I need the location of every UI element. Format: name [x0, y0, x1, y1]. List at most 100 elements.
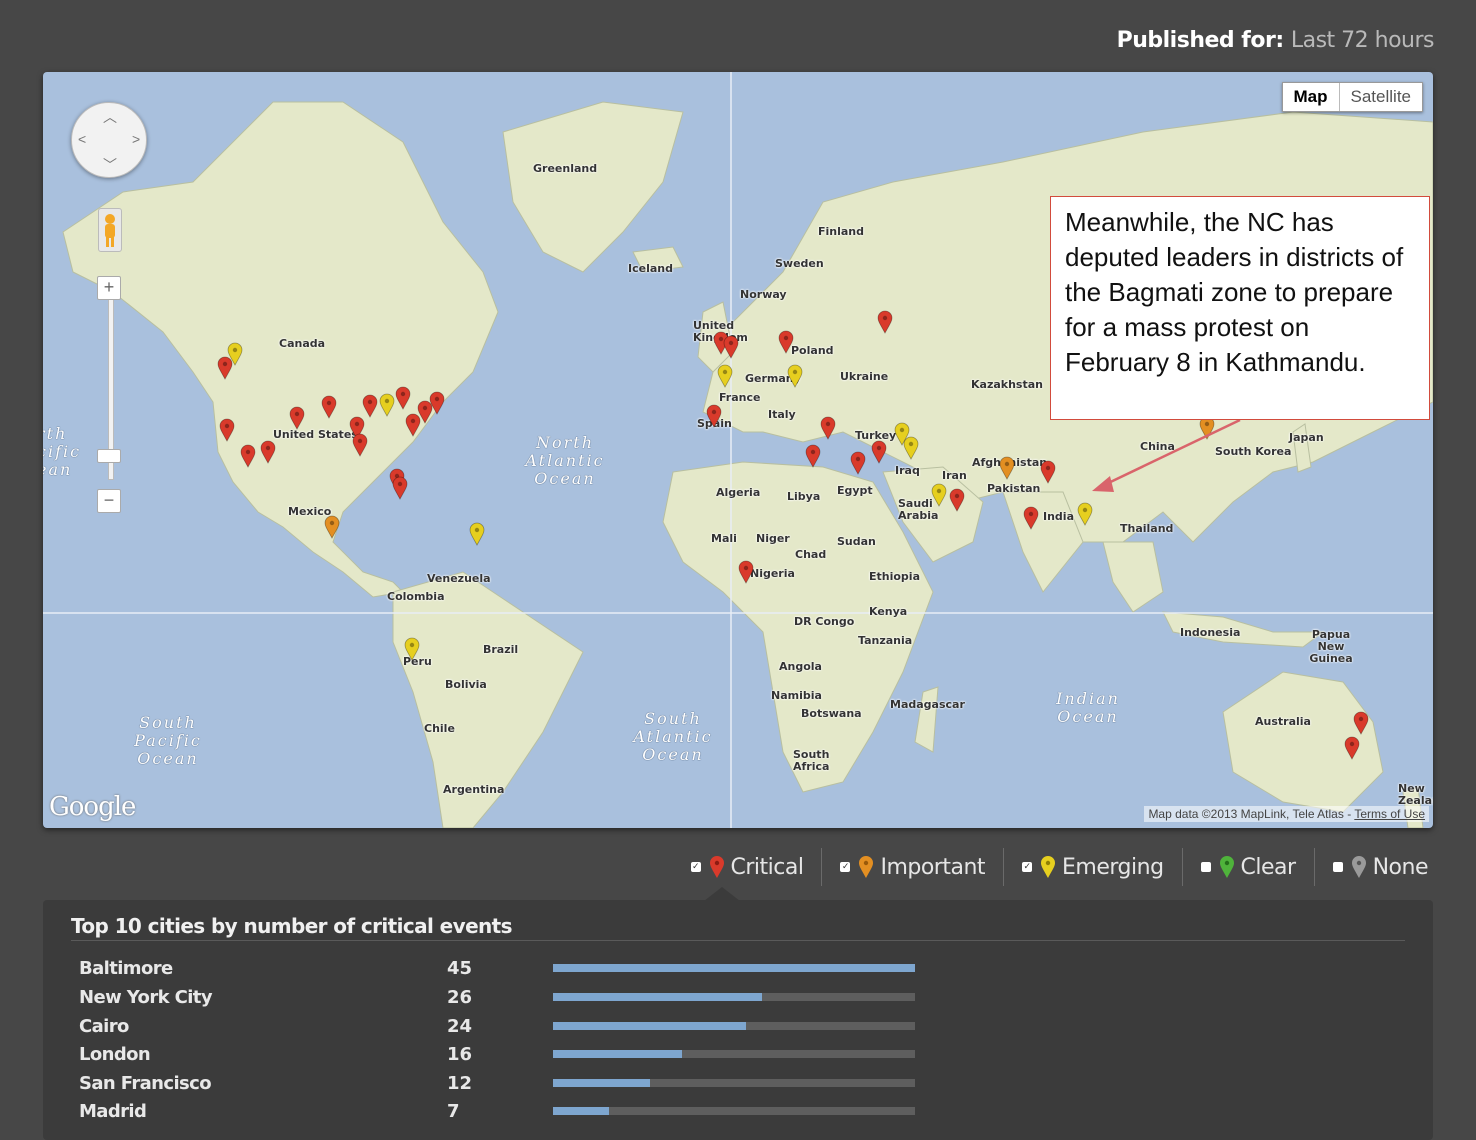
- important-checkbox[interactable]: ✓: [840, 862, 851, 872]
- label-botswana: Botswana: [801, 707, 862, 720]
- critical-marker-icon[interactable]: [949, 488, 965, 512]
- pan-left-icon[interactable]: <: [78, 131, 86, 147]
- pegman-icon[interactable]: [98, 208, 122, 252]
- critical-marker-icon[interactable]: [1344, 736, 1360, 760]
- published-value[interactable]: Last 72 hours: [1291, 28, 1435, 53]
- pan-up-icon[interactable]: ︿: [103, 107, 117, 127]
- critical-marker-icon[interactable]: [871, 440, 887, 464]
- label-australia: Australia: [1255, 715, 1311, 728]
- city-count: 24: [447, 1016, 473, 1037]
- important-marker-icon[interactable]: [999, 456, 1015, 480]
- critical-marker-icon[interactable]: [850, 451, 866, 475]
- city-count: 12: [447, 1073, 473, 1094]
- label-china: China: [1140, 440, 1175, 453]
- green-pin-icon: [1219, 856, 1234, 878]
- emerging-marker-icon[interactable]: [469, 522, 485, 546]
- terms-of-use-link[interactable]: Terms of Use: [1354, 807, 1425, 821]
- marker-legend: ✓ Critical ✓ Important ✓ Emerging Clear …: [673, 848, 1435, 886]
- map-type-satellite-button[interactable]: Satellite: [1340, 83, 1422, 111]
- legend-clear[interactable]: Clear: [1183, 848, 1315, 886]
- critical-marker-icon[interactable]: [1023, 506, 1039, 530]
- critical-marker-icon[interactable]: [1040, 460, 1056, 484]
- label-south-pacific: South Pacific Ocean: [134, 713, 202, 768]
- important-marker-icon[interactable]: [324, 515, 340, 539]
- city-bar-track: [553, 993, 915, 1001]
- critical-marker-icon[interactable]: [877, 310, 893, 334]
- clear-checkbox[interactable]: [1200, 862, 1211, 872]
- label-algeria: Algeria: [716, 486, 761, 499]
- critical-marker-icon[interactable]: [805, 444, 821, 468]
- critical-marker-icon[interactable]: [260, 440, 276, 464]
- label-thailand: Thailand: [1120, 522, 1174, 535]
- critical-marker-icon[interactable]: [352, 433, 368, 457]
- none-checkbox[interactable]: [1332, 862, 1343, 872]
- label-namibia: Namibia: [771, 689, 822, 702]
- critical-marker-icon[interactable]: [820, 416, 836, 440]
- critical-checkbox[interactable]: ✓: [690, 862, 701, 872]
- label-angola: Angola: [779, 660, 822, 673]
- zoom-out-button[interactable]: −: [97, 489, 121, 513]
- legend-emerging[interactable]: ✓ Emerging: [1004, 848, 1183, 886]
- label-japan: Japan: [1289, 431, 1324, 444]
- pan-control[interactable]: ︿ ﹀ < >: [71, 102, 147, 178]
- city-name: New York City: [79, 987, 213, 1008]
- city-row[interactable]: Baltimore 45: [79, 958, 979, 986]
- critical-marker-icon[interactable]: [1353, 711, 1369, 735]
- legend-important[interactable]: ✓ Important: [822, 848, 1005, 886]
- emerging-marker-icon[interactable]: [717, 364, 733, 388]
- emerging-checkbox[interactable]: ✓: [1022, 862, 1033, 872]
- yellow-pin-icon: [1041, 856, 1056, 878]
- emerging-marker-icon[interactable]: [903, 436, 919, 460]
- emerging-marker-icon[interactable]: [404, 637, 420, 661]
- critical-marker-icon[interactable]: [395, 386, 411, 410]
- label-ethiopia: Ethiopia: [869, 570, 920, 583]
- world-map[interactable]: Greenland Iceland Finland Sweden Norway …: [43, 72, 1433, 828]
- critical-marker-icon[interactable]: [289, 406, 305, 430]
- label-pakistan: Pakistan: [987, 482, 1041, 495]
- label-madagascar: Madagascar: [890, 698, 965, 711]
- label-sudan: Sudan: [837, 535, 876, 548]
- label-iceland: Iceland: [628, 262, 673, 275]
- zoom-in-button[interactable]: +: [97, 276, 121, 300]
- city-bar-fill: [553, 1107, 610, 1115]
- label-canada: Canada: [279, 337, 326, 350]
- label-south-africa: South Africa: [793, 748, 830, 773]
- critical-marker-icon[interactable]: [240, 444, 256, 468]
- emerging-marker-icon[interactable]: [227, 342, 243, 366]
- legend-critical[interactable]: ✓ Critical: [673, 848, 823, 886]
- map-attribution: Map data ©2013 MapLink, Tele Atlas - Ter…: [1144, 806, 1429, 822]
- published-for: Published for: Last 72 hours: [1116, 28, 1435, 53]
- label-niger: Niger: [756, 532, 790, 545]
- city-row[interactable]: Cairo 24: [79, 1016, 979, 1044]
- city-bar-track: [553, 1050, 915, 1058]
- emerging-marker-icon[interactable]: [931, 483, 947, 507]
- city-row[interactable]: London 16: [79, 1044, 979, 1072]
- critical-marker-icon[interactable]: [219, 418, 235, 442]
- emerging-marker-icon[interactable]: [1077, 502, 1093, 526]
- legend-none[interactable]: None: [1315, 848, 1434, 886]
- pan-down-icon[interactable]: ﹀: [103, 155, 117, 175]
- critical-marker-icon[interactable]: [362, 394, 378, 418]
- pan-right-icon[interactable]: >: [132, 131, 140, 147]
- city-row[interactable]: New York City 26: [79, 987, 979, 1015]
- city-row[interactable]: San Francisco 12: [79, 1073, 979, 1101]
- label-united-states: United States: [273, 428, 358, 441]
- critical-marker-icon[interactable]: [392, 476, 408, 500]
- critical-marker-icon[interactable]: [321, 395, 337, 419]
- city-count: 7: [447, 1101, 460, 1122]
- map-type-control: Map Satellite: [1281, 82, 1423, 112]
- zoom-slider-handle[interactable]: [97, 449, 121, 463]
- critical-marker-icon[interactable]: [405, 413, 421, 437]
- critical-marker-icon[interactable]: [706, 404, 722, 428]
- label-iraq: Iraq: [895, 464, 920, 477]
- map-type-map-button[interactable]: Map: [1283, 83, 1340, 111]
- critical-marker-icon[interactable]: [723, 335, 739, 359]
- emerging-marker-icon[interactable]: [787, 364, 803, 388]
- emerging-marker-icon[interactable]: [379, 393, 395, 417]
- city-name: Cairo: [79, 1016, 129, 1037]
- critical-marker-icon[interactable]: [738, 560, 754, 584]
- critical-marker-icon[interactable]: [778, 330, 794, 354]
- legend-critical-label: Critical: [730, 854, 804, 880]
- label-chad: Chad: [795, 548, 827, 561]
- published-label: Published for:: [1116, 28, 1285, 53]
